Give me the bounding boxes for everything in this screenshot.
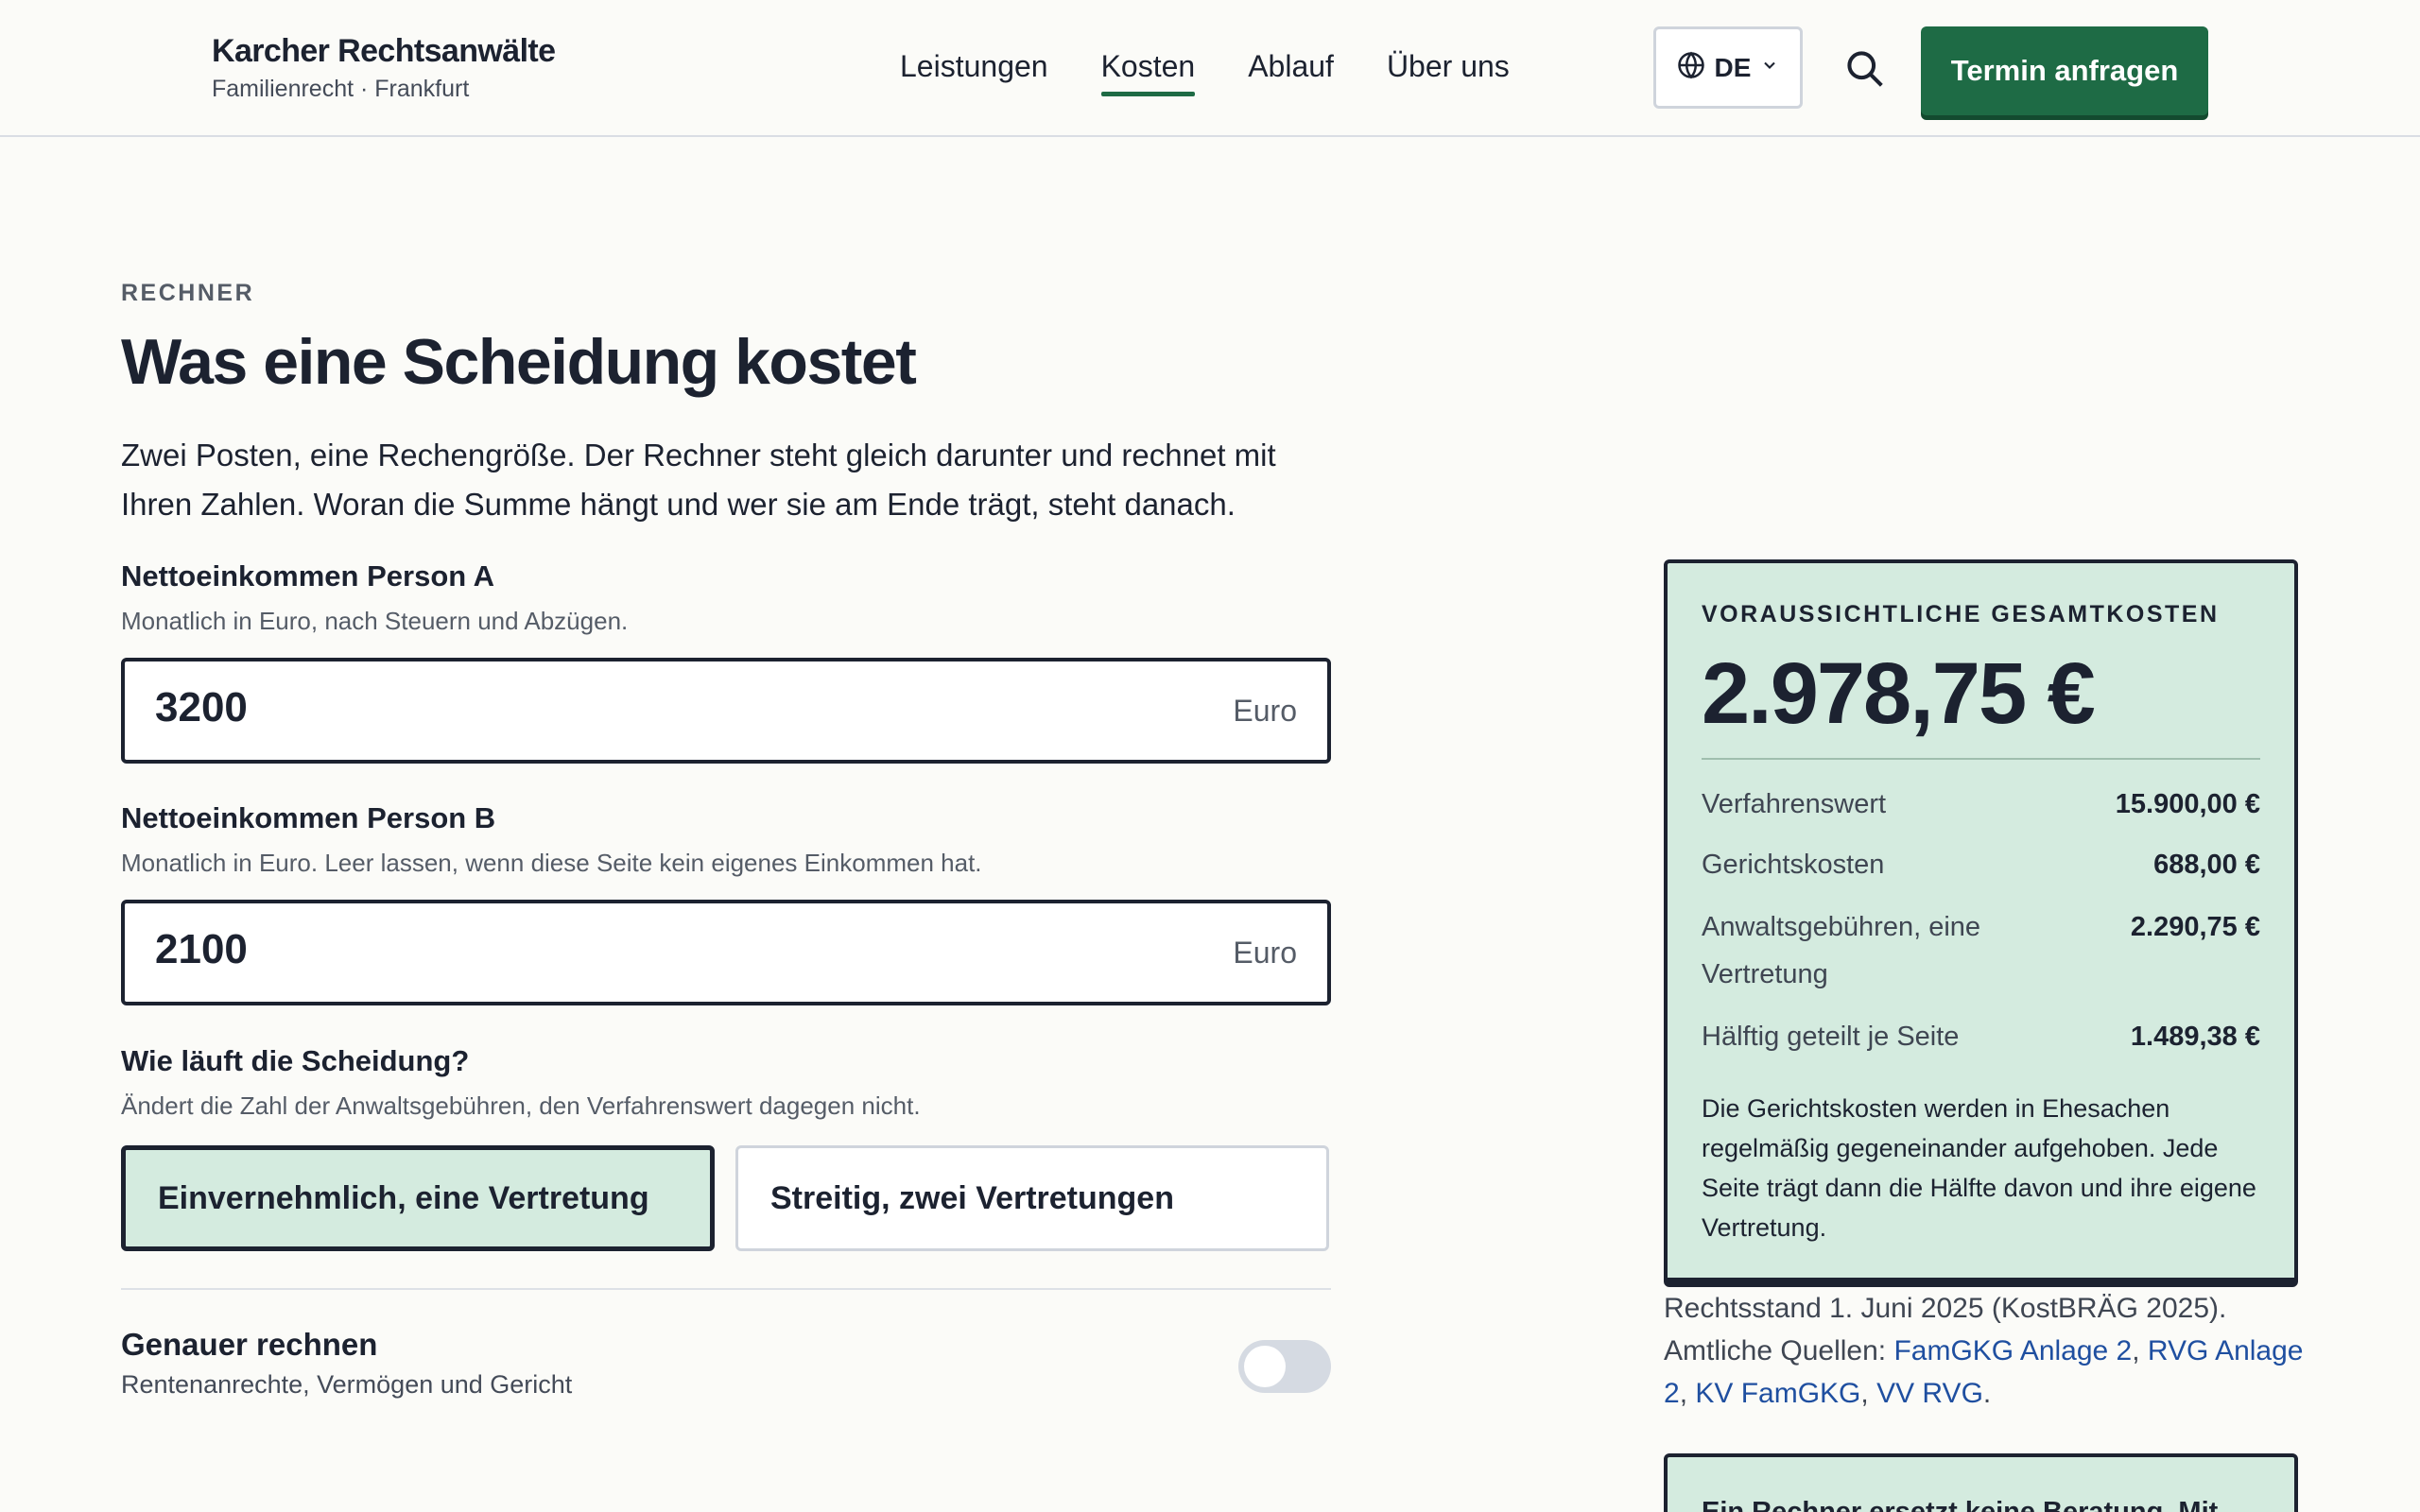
nav-item-leistungen[interactable]: Leistungen [900, 45, 1048, 87]
separator: , [2132, 1335, 2148, 1366]
result-total: 2.978,75 € [1702, 645, 2096, 742]
result-eyebrow: VORAUSSICHTLICHE GESAMTKOSTEN [1702, 601, 2220, 627]
toggle-knob [1244, 1346, 1286, 1387]
income-a-label: Nettoeinkommen Person A [121, 559, 495, 593]
source-link-vv-rvg[interactable]: VV RVG [1876, 1378, 1983, 1409]
language-selector[interactable]: DE [1653, 26, 1803, 109]
income-b-label: Nettoeinkommen Person B [121, 801, 496, 834]
result-card: VORAUSSICHTLICHE GESAMTKOSTEN 2.978,75 €… [1664, 559, 2298, 1287]
income-b-help: Monatlich in Euro. Leer lassen, wenn die… [121, 849, 982, 877]
row-value-haelftig: 1.489,38 € [2130, 1022, 2260, 1052]
search-icon[interactable] [1843, 47, 1885, 89]
section-eyebrow: RECHNER [121, 280, 255, 306]
income-b-input[interactable]: 2100 Euro [121, 900, 1331, 1005]
row-value-gerichtskosten: 688,00 € [2153, 850, 2260, 880]
brand-subtitle: Familienrecht · Frankfurt [212, 76, 470, 102]
income-b-unit: Euro [1233, 936, 1297, 970]
brand-name[interactable]: Karcher Rechtsanwälte [212, 30, 556, 72]
globe-icon [1677, 51, 1705, 84]
income-a-input[interactable]: 3200 Euro [121, 658, 1331, 764]
result-row: Gerichtskosten 688,00 € [1702, 841, 2260, 888]
separator: , [1860, 1378, 1877, 1409]
legal-sources: Rechtsstand 1. Juni 2025 (KostBRÄG 2025)… [1664, 1287, 2307, 1415]
brand[interactable]: Karcher Rechtsanwälte Familienrecht · Fr… [212, 30, 556, 104]
source-link-kv-famgkg[interactable]: KV FamGKG [1695, 1378, 1860, 1409]
detail-toggle-title: Genauer rechnen [121, 1327, 378, 1362]
detail-toggle-subtitle: Rentenanrechte, Vermögen und Gericht [121, 1370, 573, 1399]
income-a-value[interactable]: 3200 [155, 684, 248, 731]
request-appointment-button[interactable]: Termin anfragen [1921, 26, 2208, 115]
result-row: Verfahrenswert 15.900,00 € [1702, 781, 2260, 828]
advice-text: Ein Rechner ersetzt keine Beratung. Mit [1702, 1497, 2219, 1512]
row-label-anwaltsgebuehren: Anwaltsgebühren, eine Vertretung [1702, 912, 1981, 989]
sources-prefix: Amtliche Quellen: [1664, 1335, 1887, 1366]
income-a-unit: Euro [1233, 694, 1297, 728]
legal-status: Rechtsstand 1. Juni 2025 (KostBRÄG 2025)… [1664, 1293, 2227, 1324]
site-header: Karcher Rechtsanwälte Familienrecht · Fr… [0, 0, 2420, 137]
separator: , [1679, 1378, 1696, 1409]
row-label-verfahrenswert: Verfahrenswert [1702, 789, 1887, 819]
page-title: Was eine Scheidung kostet [121, 326, 917, 398]
main-nav: Leistungen Kosten Ablauf Über uns [900, 45, 1563, 96]
divorce-mode-label: Wie läuft die Scheidung? [121, 1044, 470, 1077]
row-value-anwaltsgebuehren: 2.290,75 € [2130, 912, 2260, 942]
language-code: DE [1714, 52, 1752, 82]
chevron-down-icon [1760, 56, 1779, 79]
income-b-value[interactable]: 2100 [155, 926, 248, 973]
source-link-famgkg[interactable]: FamGKG Anlage 2 [1893, 1335, 2132, 1366]
advice-card: Ein Rechner ersetzt keine Beratung. Mit [1664, 1453, 2298, 1512]
detail-toggle-switch[interactable] [1238, 1340, 1331, 1393]
row-label-haelftig: Hälftig geteilt je Seite [1702, 1022, 1960, 1052]
result-note: Die Gerichtskosten werden in Ehesachen r… [1702, 1094, 2256, 1242]
divorce-mode-help: Ändert die Zahl der Anwaltsgebühren, den… [121, 1091, 921, 1120]
row-value-verfahrenswert: 15.900,00 € [2115, 789, 2260, 819]
intro-text: Zwei Posten, eine Rechengröße. Der Rechn… [121, 438, 1276, 522]
divider [121, 1288, 1331, 1290]
result-row: Hälftig geteilt je Seite 1.489,38 € [1702, 1013, 2260, 1060]
nav-item-ueber-uns[interactable]: Über uns [1387, 45, 1510, 87]
result-row: Anwaltsgebühren, eine Vertretung 2.290,7… [1702, 903, 2260, 998]
separator: . [1982, 1378, 1992, 1409]
option-streitig[interactable]: Streitig, zwei Vertretungen [735, 1145, 1329, 1251]
nav-item-ablauf[interactable]: Ablauf [1248, 45, 1334, 87]
row-label-gerichtskosten: Gerichtskosten [1702, 850, 1885, 880]
option-einvernehmlich[interactable]: Einvernehmlich, eine Vertretung [121, 1145, 715, 1251]
nav-item-kosten[interactable]: Kosten [1100, 45, 1195, 96]
result-divider [1702, 758, 2260, 760]
income-a-help: Monatlich in Euro, nach Steuern und Abzü… [121, 607, 629, 635]
